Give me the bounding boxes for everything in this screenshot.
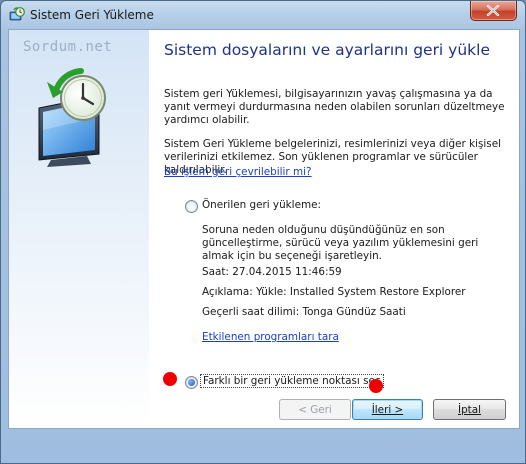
close-icon <box>486 5 500 16</box>
title-bar[interactable]: Sistem Geri Yükleme <box>1 1 525 29</box>
window-title: Sistem Geri Yükleme <box>30 8 154 22</box>
computer-clock-restore-icon <box>38 68 106 167</box>
wizard-content: Sordum.net Sistem dosyalarını ve ayarlar… <box>8 29 520 429</box>
recommended-restore-radio[interactable] <box>185 200 198 213</box>
restore-point-time: Saat: 27.04.2015 11:46:59 <box>202 266 342 278</box>
recommended-description: Soruna neden olduğunu düşündüğünüz en so… <box>202 224 479 262</box>
page-title: Sistem dosyalarını ve ayarlarını geri yü… <box>164 41 490 59</box>
annotation-marker <box>163 372 177 386</box>
back-button[interactable]: < Geri <box>279 399 351 420</box>
cancel-button-label: İptal <box>458 404 481 416</box>
restore-point-description: Açıklama: Yükle: Installed System Restor… <box>202 286 466 298</box>
scan-affected-programs-link[interactable]: Etkilenen programları tara <box>202 331 339 343</box>
choose-restore-point-radio[interactable] <box>185 376 198 389</box>
recommended-restore-label[interactable]: Önerilen geri yükleme: <box>202 199 321 211</box>
left-panel: Sordum.net <box>9 30 149 428</box>
system-restore-window: Sistem Geri Yükleme Sordum.net Sistem do… <box>0 0 526 464</box>
restore-point-timezone: Geçerli saat dilimi: Tonga Gündüz Saati <box>202 306 406 318</box>
annotation-marker <box>369 379 383 393</box>
undo-info-link[interactable]: Bu işlem geri çevrilebilir mi? <box>164 166 312 178</box>
watermark-text: Sordum.net <box>23 39 113 55</box>
description-paragraph-1: Sistem geri Yüklemesi, bilgisayarınızın … <box>164 88 505 126</box>
close-button[interactable] <box>470 1 517 21</box>
choose-restore-point-label[interactable]: Farklı bir geri yükleme noktası seç <box>200 374 384 388</box>
system-restore-icon <box>9 7 25 23</box>
next-button[interactable]: İleri > <box>352 399 423 420</box>
next-button-label: İleri > <box>371 404 404 416</box>
cancel-button[interactable]: İptal <box>433 399 506 420</box>
